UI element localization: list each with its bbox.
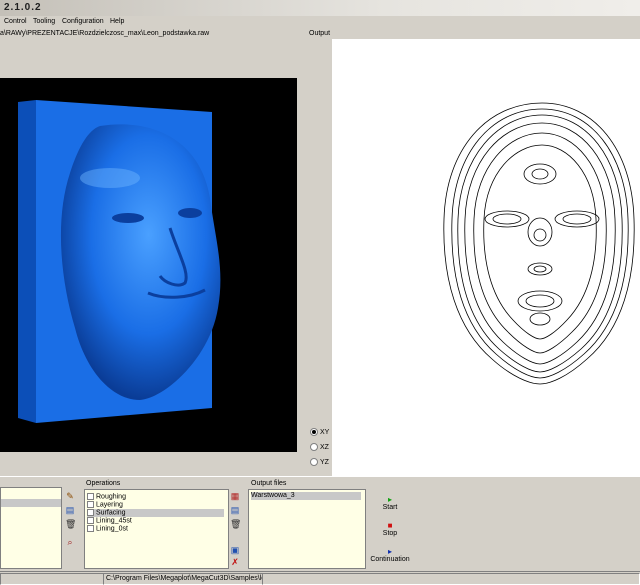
add-icon[interactable]: ▤: [65, 505, 75, 515]
window-title: 2.1.0.2: [4, 2, 42, 13]
status-bar: C:\Program Files\Megaplot\MegaCut3D\Samp…: [0, 571, 640, 585]
continue-arrow-icon: ▸: [387, 547, 392, 556]
output-files-listbox[interactable]: Warstwowa_3: [248, 489, 366, 569]
menu-control[interactable]: Control: [4, 18, 27, 25]
copy-icon[interactable]: ▣: [230, 545, 240, 555]
output-panel: [332, 39, 640, 477]
status-pane-right: [262, 573, 640, 585]
plane-yz-radio[interactable]: YZ: [310, 458, 329, 466]
status-file-path: C:\Program Files\Megaplot\MegaCut3D\Samp…: [103, 573, 263, 585]
start-button[interactable]: ▸ Start: [370, 495, 410, 511]
operations-label: Operations: [86, 480, 121, 487]
delete-icon[interactable]: 🗑: [65, 519, 76, 529]
checkbox-icon[interactable]: [87, 509, 94, 516]
start-arrow-icon: ▸: [387, 495, 392, 504]
tools-selected-row[interactable]: [1, 499, 61, 507]
radio-dot-icon: [310, 428, 318, 436]
zoom-icon[interactable]: ⌕: [65, 537, 75, 547]
output-label: Output: [309, 30, 331, 37]
operation-item[interactable]: Layering: [87, 501, 123, 509]
start-label: Start: [382, 504, 398, 511]
model-render: [18, 100, 221, 423]
tool-edit-icon[interactable]: ✎: [65, 491, 75, 501]
model-path-bar: a\RAWy\PREZENTACJE\Rozdzielczosc_max\Leo…: [0, 30, 303, 39]
checkbox-icon[interactable]: [87, 517, 94, 524]
remove-icon[interactable]: ✗: [230, 557, 240, 567]
stop-button[interactable]: ■ Stop: [370, 521, 410, 537]
operations-listbox[interactable]: Roughing Layering Surfacing Lining_45st …: [84, 489, 229, 569]
radio-dot-icon: [310, 443, 318, 451]
menu-bar: Control Tooling Configuration Help: [0, 16, 640, 29]
continuation-button[interactable]: ▸ Continuation: [368, 547, 412, 563]
plane-xy-label: XY: [320, 428, 330, 436]
plane-xy-radio[interactable]: XY: [310, 428, 329, 436]
menu-configuration[interactable]: Configuration: [62, 18, 104, 25]
contour-plot: [443, 102, 635, 385]
model-path: a\RAWy\PREZENTACJE\Rozdzielczosc_max\Leo…: [0, 30, 210, 37]
plane-xz-radio[interactable]: XZ: [310, 443, 329, 451]
file-icon[interactable]: ▦: [230, 491, 240, 501]
checkbox-icon[interactable]: [87, 525, 94, 532]
plane-selector: XY XZ YZ: [308, 420, 332, 476]
stop-label: Stop: [382, 530, 398, 537]
menu-help[interactable]: Help: [110, 18, 124, 25]
operation-item-selected[interactable]: Surfacing: [87, 509, 224, 517]
plane-yz-label: YZ: [320, 458, 329, 466]
operation-item[interactable]: Roughing: [87, 493, 126, 501]
output-files-label: Output files: [251, 480, 287, 487]
3d-viewport[interactable]: [0, 78, 297, 452]
stop-square-icon: ■: [387, 521, 393, 530]
output-file-item[interactable]: Warstwowa_3: [251, 492, 361, 500]
continuation-label: Continuation: [370, 556, 410, 563]
tools-listbox[interactable]: [0, 487, 62, 569]
add-icon[interactable]: ▤: [230, 505, 240, 515]
plane-xz-label: XZ: [320, 443, 329, 451]
checkbox-icon[interactable]: [87, 501, 94, 508]
operation-item[interactable]: Lining_0st: [87, 525, 128, 533]
title-bar: 2.1.0.2: [0, 0, 640, 17]
radio-dot-icon: [310, 458, 318, 466]
operation-item[interactable]: Lining_45st: [87, 517, 132, 525]
checkbox-icon[interactable]: [87, 493, 94, 500]
delete-icon[interactable]: 🗑: [230, 519, 241, 529]
operations-area: ✎ ▤ 🗑 ⌕ Operations Roughing Layering Sur…: [0, 476, 640, 571]
status-pane-empty: [0, 573, 104, 585]
menu-tooling[interactable]: Tooling: [33, 18, 55, 25]
